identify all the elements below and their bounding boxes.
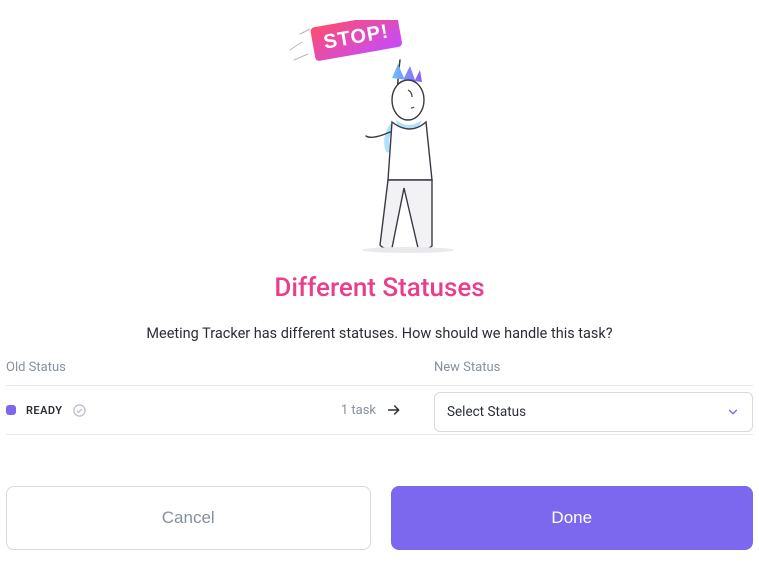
divider <box>6 434 753 435</box>
dialog-subtitle: Meeting Tracker has different statuses. … <box>6 325 753 342</box>
dialog-title: Different Statuses <box>6 273 753 303</box>
illustration-svg: STOP! <box>280 20 480 255</box>
check-circle-icon <box>72 403 87 418</box>
done-button[interactable]: Done <box>391 486 754 550</box>
chevron-down-icon <box>726 405 740 419</box>
status-row: READY 1 task <box>6 386 402 434</box>
old-status-name: READY <box>26 404 62 417</box>
select-placeholder: Select Status <box>447 404 526 420</box>
stop-illustration: STOP! <box>6 0 753 265</box>
old-status-header: Old Status <box>6 360 402 375</box>
task-count: 1 task <box>341 403 376 418</box>
cancel-button[interactable]: Cancel <box>6 486 371 550</box>
status-color-swatch <box>6 405 16 415</box>
new-status-header: New Status <box>434 360 753 375</box>
new-status-select[interactable]: Select Status <box>434 392 753 432</box>
arrow-right-icon <box>386 402 402 418</box>
dialog-footer: Cancel Done <box>6 486 753 550</box>
